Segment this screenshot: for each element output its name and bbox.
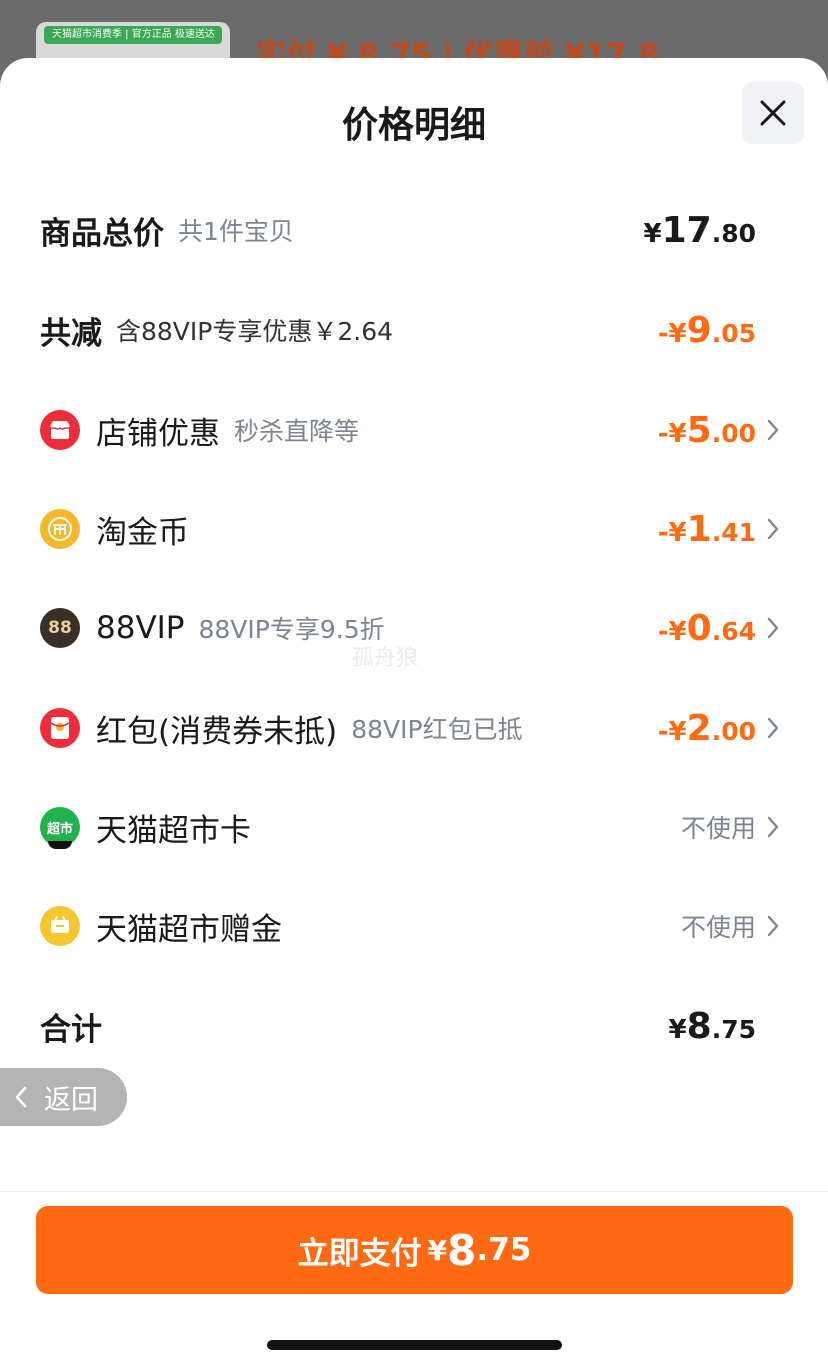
close-icon xyxy=(760,100,786,126)
chevron-right-icon xyxy=(767,717,779,739)
currency-symbol: -¥ xyxy=(657,517,687,548)
gift-money-icon xyxy=(40,906,80,946)
gold-coin-icon xyxy=(40,509,80,549)
pay-amount-dec: .75 xyxy=(476,1232,532,1268)
gold-coin-label: 淘金币 xyxy=(96,514,189,551)
gold-coin-int: 1 xyxy=(686,508,712,550)
total-price-int: 17 xyxy=(661,209,712,251)
currency-symbol: ¥ xyxy=(643,218,662,249)
gift-money-label: 天猫超市赠金 xyxy=(96,911,282,948)
sheet-title: 价格明细 xyxy=(341,105,486,146)
divider xyxy=(0,1191,828,1192)
home-indicator xyxy=(267,1340,562,1350)
currency-symbol: ¥ xyxy=(668,1014,687,1045)
currency-symbol: -¥ xyxy=(657,418,687,449)
88vip-int: 0 xyxy=(686,607,712,649)
chevron-right-icon xyxy=(767,419,779,441)
back-button-label: 返回 xyxy=(44,1084,98,1116)
chevron-right-icon xyxy=(767,816,779,838)
close-button[interactable] xyxy=(742,82,804,144)
shop-discount-int: 5 xyxy=(686,409,712,451)
shop-icon xyxy=(40,410,80,450)
shop-discount-note: 秒杀直降等 xyxy=(234,417,360,446)
row-shop-discount[interactable]: 店铺优惠 秒杀直降等 -¥ 5 .00 xyxy=(0,400,828,460)
88vip-icon-text: 88 xyxy=(48,618,72,638)
currency-symbol: -¥ xyxy=(657,616,687,647)
currency-symbol: -¥ xyxy=(657,716,687,747)
chevron-left-icon xyxy=(15,1086,27,1108)
back-button[interactable]: 返回 xyxy=(0,1068,127,1126)
grand-total-int: 8 xyxy=(686,1005,712,1047)
shop-discount-label: 店铺优惠 xyxy=(96,415,220,452)
total-discount-int: 9 xyxy=(686,309,712,351)
total-price-label: 商品总价 xyxy=(40,215,164,252)
row-gold-coin[interactable]: 淘金币 -¥ 1 .41 xyxy=(0,499,828,559)
grand-total-label: 合计 xyxy=(40,1011,102,1048)
chevron-right-icon xyxy=(767,915,779,937)
pay-amount-int: 8 xyxy=(447,1225,477,1275)
88vip-dec: .64 xyxy=(711,616,756,646)
vip-discount-note: 含88VIP专享优惠￥2.64 xyxy=(116,317,394,346)
supermarket-card-label: 天猫超市卡 xyxy=(96,812,251,849)
red-packet-label: 红包(消费券未抵) xyxy=(96,713,338,750)
row-red-packet[interactable]: 红包(消费券未抵) 88VIP红包已抵 -¥ 2 .00 xyxy=(0,698,828,758)
total-price-dec: .80 xyxy=(711,218,756,248)
row-gift-money[interactable]: 天猫超市赠金 不使用 xyxy=(0,896,828,956)
supermarket-icon-text: 超市 xyxy=(46,821,73,837)
row-supermarket-card[interactable]: 超市 天猫超市卡 不使用 xyxy=(0,797,828,857)
currency-symbol: -¥ xyxy=(657,318,687,349)
total-discount-dec: .05 xyxy=(711,318,756,348)
supermarket-card-status: 不使用 xyxy=(680,814,756,843)
item-count: 共1件宝贝 xyxy=(178,217,294,246)
row-total-price: 商品总价 共1件宝贝 ¥ 17 .80 xyxy=(0,200,828,260)
pay-currency-symbol: ¥ xyxy=(427,1233,448,1267)
row-grand-total: 合计 ¥ 8 .75 xyxy=(0,996,828,1056)
row-total-discount: 共减 含88VIP专享优惠￥2.64 -¥ 9 .05 xyxy=(0,300,828,360)
watermark: 孤舟狼 xyxy=(352,646,419,671)
gold-coin-dec: .41 xyxy=(711,517,756,547)
red-packet-int: 2 xyxy=(686,707,712,749)
tmall-supermarket-card-icon: 超市 xyxy=(40,807,80,849)
red-packet-icon xyxy=(40,708,80,748)
red-packet-note: 88VIP红包已抵 xyxy=(351,715,523,744)
88vip-icon: 88 xyxy=(40,608,80,648)
shop-discount-dec: .00 xyxy=(711,418,756,448)
thumbnail-banner: 天猫超市消费季 | 官方正品 极速送达 xyxy=(44,26,222,44)
grand-total-dec: .75 xyxy=(711,1014,756,1044)
pay-now-label: 立即支付 xyxy=(297,1235,422,1272)
red-packet-dec: .00 xyxy=(711,716,756,746)
gift-money-status: 不使用 xyxy=(680,913,756,942)
chevron-right-icon xyxy=(767,617,779,639)
price-detail-sheet: 价格明细 商品总价 共1件宝贝 ¥ 17 .80 共减 含88VIP专享优惠￥2… xyxy=(0,58,828,1366)
chevron-right-icon xyxy=(767,518,779,540)
total-discount-label: 共减 xyxy=(40,315,102,352)
88vip-label: 88VIP xyxy=(96,610,185,646)
pay-now-button[interactable]: 立即支付 ¥ 8 .75 xyxy=(36,1206,793,1294)
